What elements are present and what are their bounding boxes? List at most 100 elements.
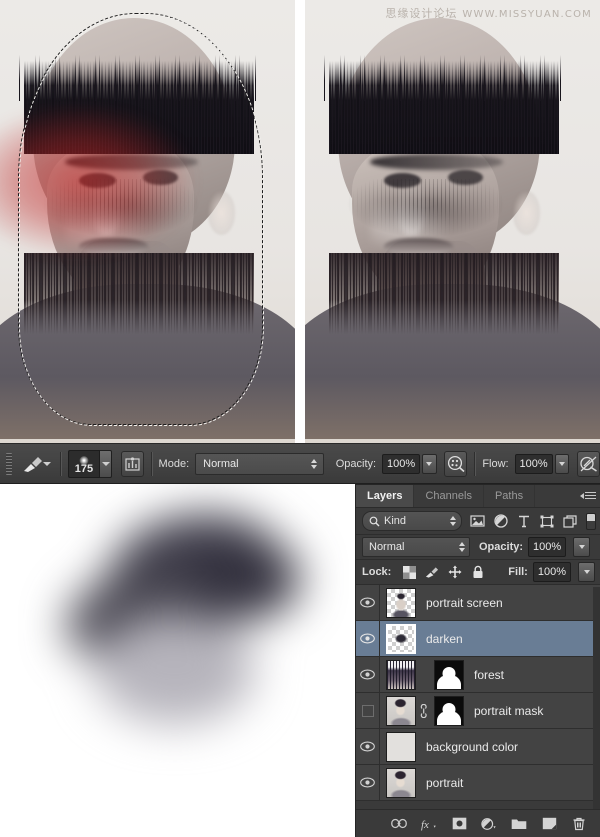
head-shoulders — [0, 284, 295, 440]
layer-list-scrollbar[interactable] — [593, 587, 600, 809]
layer-name: forest — [474, 667, 505, 682]
blend-mode-value: Normal — [203, 457, 239, 470]
layers-panel: Layers Channels Paths Kind Normal Opacit… — [355, 484, 600, 837]
lock-all-icon[interactable] — [471, 565, 485, 579]
tab-layers[interactable]: Layers — [356, 485, 415, 507]
layer-opacity-dropdown[interactable] — [573, 537, 591, 557]
layer-blend-row: Normal Opacity: 100% — [356, 535, 600, 560]
layers-panel-footer: fx — [356, 809, 600, 837]
head-shoulders — [305, 284, 600, 440]
face-eye-right — [448, 169, 483, 186]
table-row[interactable]: portrait mask — [356, 693, 600, 729]
layer-visibility-toggle[interactable] — [356, 693, 380, 728]
face-brow — [65, 154, 199, 170]
brush-size-dropdown[interactable] — [100, 449, 113, 478]
search-icon — [369, 516, 380, 526]
face-eye-right — [143, 169, 178, 186]
airbrush-toggle-button[interactable] — [444, 450, 468, 477]
layer-fill-dropdown[interactable] — [578, 562, 595, 582]
adjustment-layer-icon[interactable] — [481, 816, 497, 832]
new-layer-icon[interactable] — [541, 816, 557, 832]
layer-name: portrait screen — [426, 595, 503, 610]
flow-label: Flow: — [482, 457, 509, 470]
type-filter-icon[interactable] — [516, 514, 531, 529]
lock-transparency-icon[interactable] — [402, 565, 416, 579]
shape-filter-icon[interactable] — [539, 514, 554, 529]
lock-label: Lock: — [362, 566, 392, 578]
link-layers-icon[interactable] — [391, 816, 407, 832]
svg-text:fx: fx — [421, 819, 429, 831]
layer-visibility-toggle[interactable] — [356, 765, 380, 800]
brush-tool-icon[interactable] — [20, 453, 42, 475]
layer-thumbnail[interactable] — [386, 623, 416, 654]
table-row[interactable]: darken — [356, 621, 600, 657]
tab-channels[interactable]: Channels — [414, 485, 484, 507]
smart-object-filter-icon[interactable] — [562, 514, 577, 529]
stepper-icon — [457, 542, 466, 552]
table-row[interactable]: portrait screen — [356, 585, 600, 621]
table-row[interactable]: forest — [356, 657, 600, 693]
lock-image-icon[interactable] — [425, 565, 439, 579]
layer-visibility-toggle[interactable] — [356, 729, 380, 764]
layer-visibility-toggle[interactable] — [356, 621, 380, 656]
canvas-area: 思缘设计论坛 WWW.MISSYUAN.COM — [0, 0, 600, 443]
layer-name: background color — [426, 739, 519, 754]
lock-position-icon[interactable] — [448, 565, 462, 579]
brush-size-value: 175 — [74, 462, 94, 475]
layer-thumbnail[interactable] — [386, 695, 416, 726]
layer-blend-mode-select[interactable]: Normal — [362, 537, 470, 557]
image-before-with-red-overlay — [0, 0, 295, 443]
tab-paths[interactable]: Paths — [484, 485, 536, 507]
filter-toggle-icon[interactable] — [586, 512, 596, 530]
opacity-slider-dropdown[interactable] — [422, 453, 437, 474]
options-bar-grip[interactable] — [6, 452, 12, 475]
stepper-icon — [310, 458, 319, 469]
watermark-chinese-text: 思缘设计论坛 — [385, 7, 458, 20]
face-ear — [512, 191, 541, 235]
pressure-for-size-button[interactable] — [576, 450, 600, 477]
thumbnail-image — [387, 768, 415, 797]
face-lips — [383, 237, 453, 257]
layer-name: portrait mask — [474, 703, 544, 718]
chevron-down-icon — [426, 461, 433, 466]
layer-visibility-toggle[interactable] — [356, 585, 380, 620]
panel-menu-icon[interactable] — [576, 485, 600, 507]
forest-treetops — [19, 54, 259, 101]
brush-panel-toggle-button[interactable] — [120, 450, 144, 477]
filter-kind-select[interactable]: Kind — [362, 511, 462, 531]
table-row[interactable]: portrait — [356, 765, 600, 801]
mask-link-icon[interactable] — [416, 703, 430, 718]
layer-fill-input[interactable]: 100% — [532, 562, 571, 582]
tab-layers-label: Layers — [367, 490, 403, 502]
layer-filter-row: Kind — [356, 508, 600, 535]
mode-label: Mode: — [158, 457, 190, 470]
layer-mask-thumbnail[interactable] — [434, 659, 464, 690]
tab-channels-label: Channels — [425, 490, 472, 502]
layer-opacity-input[interactable]: 100% — [528, 537, 567, 557]
blend-mode-select[interactable]: Normal — [195, 452, 324, 475]
tool-options-bar: 175 Mode: Normal Opacity: 100% Flow: 100… — [0, 443, 600, 484]
layer-mask-thumbnail[interactable] — [434, 695, 464, 726]
add-mask-icon[interactable] — [451, 816, 467, 832]
delete-layer-icon[interactable] — [571, 816, 587, 832]
pixel-layer-filter-icon[interactable] — [470, 514, 485, 529]
new-group-icon[interactable] — [511, 816, 527, 832]
chevron-down-icon — [583, 570, 590, 574]
adjustment-filter-icon[interactable] — [493, 514, 508, 529]
layer-thumbnail[interactable] — [386, 587, 416, 618]
portrait-head-shape — [0, 17, 295, 440]
layer-style-fx-icon[interactable]: fx — [421, 816, 437, 832]
layer-visibility-toggle[interactable] — [356, 657, 380, 692]
opacity-input[interactable]: 100% — [382, 453, 421, 474]
thumbnail-image — [387, 696, 415, 725]
layer-thumbnail[interactable] — [386, 731, 416, 762]
panel-tab-row: Layers Channels Paths — [356, 485, 600, 508]
brush-size-field[interactable]: 175 — [67, 449, 101, 478]
face-brow — [370, 154, 504, 170]
table-row[interactable]: background color — [356, 729, 600, 765]
layer-opacity-label: Opacity: — [479, 541, 524, 553]
layer-thumbnail[interactable] — [386, 659, 416, 690]
flow-slider-dropdown[interactable] — [554, 453, 570, 474]
flow-input[interactable]: 100% — [514, 453, 553, 474]
layer-thumbnail[interactable] — [386, 767, 416, 798]
